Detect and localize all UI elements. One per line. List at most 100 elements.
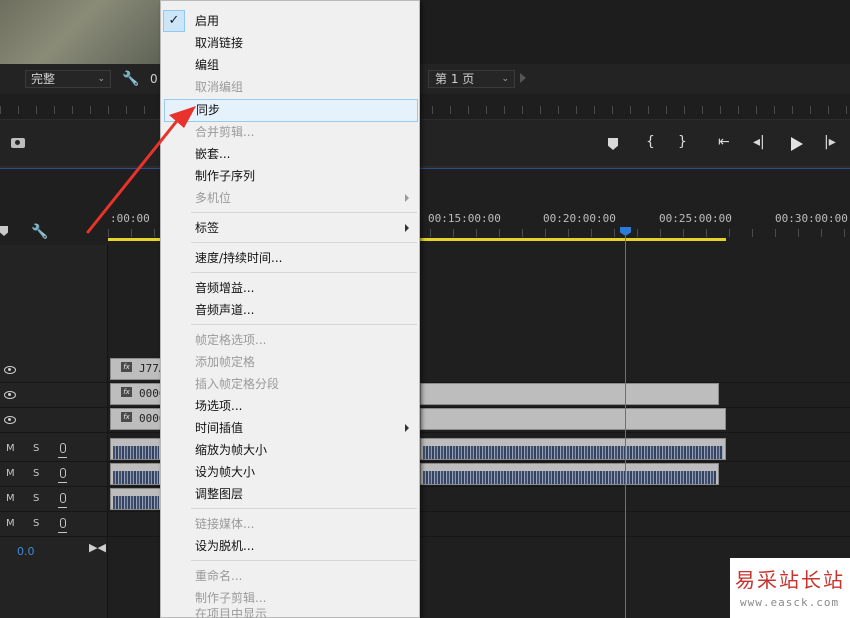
- menu-item-nest[interactable]: 嵌套...: [161, 143, 419, 165]
- audio-track-a4: M S: [0, 512, 850, 537]
- step-forward-icon[interactable]: |▸: [824, 134, 836, 150]
- video-clip[interactable]: [420, 408, 726, 430]
- microphone-icon[interactable]: [58, 518, 67, 533]
- time-ruler-label: 00:15:00:00: [428, 212, 501, 225]
- checkmark-icon: ✓: [163, 10, 185, 32]
- microphone-icon[interactable]: [58, 493, 67, 508]
- menu-item-make-subsequence[interactable]: 制作子序列: [161, 165, 419, 187]
- menu-separator: [191, 242, 417, 243]
- video-clip[interactable]: fx J77A: [110, 358, 166, 380]
- master-volume-value[interactable]: 0.0: [17, 545, 35, 558]
- solo-button[interactable]: S: [33, 518, 39, 529]
- menu-item-frame-hold-options: 帧定格选项...: [161, 329, 419, 351]
- audio-waveform: [423, 471, 716, 484]
- track-header: [0, 358, 108, 383]
- menu-item-speed-duration[interactable]: 速度/持续时间...: [161, 247, 419, 269]
- mute-button[interactable]: M: [6, 493, 15, 504]
- wrench-icon[interactable]: 🔧: [122, 71, 139, 87]
- menu-item-make-subclip: 制作子剪辑...: [161, 587, 419, 609]
- menu-item-label: 链接媒体...: [195, 517, 255, 531]
- solo-button[interactable]: S: [33, 443, 39, 454]
- menu-item-enable[interactable]: 启用: [161, 10, 419, 32]
- menu-item-label: 调整图层: [195, 487, 244, 501]
- track-header: M S: [0, 487, 108, 512]
- playhead-line: [625, 236, 626, 618]
- menu-item-set-to-frame-size[interactable]: 设为帧大小: [161, 461, 419, 483]
- menu-item-label: 帧定格选项...: [195, 333, 267, 347]
- export-frame-camera-icon[interactable]: [11, 138, 25, 148]
- track-header: [0, 408, 108, 433]
- mute-button[interactable]: M: [6, 468, 15, 479]
- play-icon[interactable]: [791, 137, 803, 151]
- time-ruler-label: 00:30:00:00: [775, 212, 848, 225]
- audio-clip[interactable]: [420, 463, 719, 485]
- playback-resolution-select[interactable]: 完整 ⌄: [25, 70, 111, 88]
- menu-item-label-color[interactable]: 标签: [161, 217, 419, 239]
- video-clip[interactable]: [420, 383, 719, 405]
- menu-item-multi-camera: 多机位: [161, 187, 419, 209]
- menu-item-label: 场选项...: [195, 399, 243, 413]
- menu-separator: [191, 272, 417, 273]
- audio-clip[interactable]: [110, 463, 162, 485]
- track-header: M S: [0, 462, 108, 487]
- audio-waveform: [113, 471, 159, 484]
- track-header: [0, 383, 108, 408]
- watermark-url: www.easck.com: [740, 596, 840, 609]
- audio-clip[interactable]: [110, 488, 162, 510]
- menu-item-link-media: 链接媒体...: [161, 513, 419, 535]
- timeline-settings-wrench-icon[interactable]: 🔧: [31, 224, 48, 240]
- menu-item-label: 缩放为帧大小: [195, 443, 268, 457]
- microphone-icon[interactable]: [58, 443, 67, 458]
- submenu-arrow-icon: [405, 194, 409, 202]
- site-watermark: 易采站长站 www.easck.com: [730, 558, 850, 618]
- audio-clip[interactable]: [110, 438, 162, 460]
- menu-item-group[interactable]: 编组: [161, 54, 419, 76]
- menu-item-ungroup: 取消编组: [161, 76, 419, 98]
- menu-item-field-options[interactable]: 场选项...: [161, 395, 419, 417]
- menu-item-unlink[interactable]: 取消链接: [161, 32, 419, 54]
- menu-item-audio-channels[interactable]: 音频声道...: [161, 299, 419, 321]
- eye-icon[interactable]: [4, 391, 16, 399]
- eye-icon[interactable]: [4, 416, 16, 424]
- solo-button[interactable]: S: [33, 468, 39, 479]
- menu-separator: [191, 560, 417, 561]
- menu-item-synchronize[interactable]: 同步: [164, 99, 418, 122]
- premiere-window: 完整 ⌄ 🔧 0 第 1 页 ⌄ { } ⇤ ◂| |▸ 🔧 :00:00 00…: [0, 0, 850, 618]
- page-select[interactable]: 第 1 页 ⌄: [428, 70, 515, 88]
- menu-item-scale-to-frame-size[interactable]: 缩放为帧大小: [161, 439, 419, 461]
- eye-icon[interactable]: [4, 366, 16, 374]
- watermark-title: 易采站长站: [735, 568, 845, 592]
- menu-item-label: 速度/持续时间...: [195, 251, 283, 265]
- video-clip[interactable]: fx 0000: [110, 383, 166, 405]
- menu-item-label: 启用: [195, 14, 220, 28]
- menu-item-make-offline[interactable]: 设为脱机...: [161, 535, 419, 557]
- mute-button[interactable]: M: [6, 518, 15, 529]
- menu-item-label: 制作子剪辑...: [195, 591, 267, 605]
- menu-item-label: 插入帧定格分段: [195, 377, 280, 391]
- menu-item-time-interpolation[interactable]: 时间插值: [161, 417, 419, 439]
- menu-item-label: 合并剪辑...: [195, 125, 255, 139]
- go-to-in-icon[interactable]: ⇤: [718, 134, 730, 150]
- video-clip[interactable]: fx 0000: [110, 408, 166, 430]
- next-page-icon[interactable]: [520, 73, 526, 83]
- mark-in-icon[interactable]: {: [646, 134, 655, 150]
- microphone-icon[interactable]: [58, 468, 67, 483]
- menu-item-adjustment-layer[interactable]: 调整图层: [161, 483, 419, 505]
- submenu-arrow-icon: [405, 424, 409, 432]
- menu-separator: [191, 324, 417, 325]
- audio-clip[interactable]: [420, 438, 726, 460]
- menu-item-reveal-in-project: 在项目中显示: [161, 607, 419, 618]
- fx-badge: fx: [121, 362, 132, 372]
- menu-item-audio-gain[interactable]: 音频增益...: [161, 277, 419, 299]
- clip-context-menu: 启用 取消链接 编组 取消编组 同步 合并剪辑... 嵌套... 制作子序列 多…: [160, 0, 420, 618]
- step-back-icon[interactable]: ◂|: [753, 134, 765, 150]
- solo-button[interactable]: S: [33, 493, 39, 504]
- menu-item-label: 在项目中显示: [195, 607, 268, 618]
- menu-item-rename: 重命名...: [161, 565, 419, 587]
- master-track-icon[interactable]: ▶◀: [89, 541, 106, 554]
- audio-waveform: [423, 446, 723, 459]
- mark-out-icon[interactable]: }: [678, 134, 687, 150]
- chevron-down-icon: ⌄: [501, 74, 509, 84]
- monitor-ruler[interactable]: [0, 94, 850, 120]
- mute-button[interactable]: M: [6, 443, 15, 454]
